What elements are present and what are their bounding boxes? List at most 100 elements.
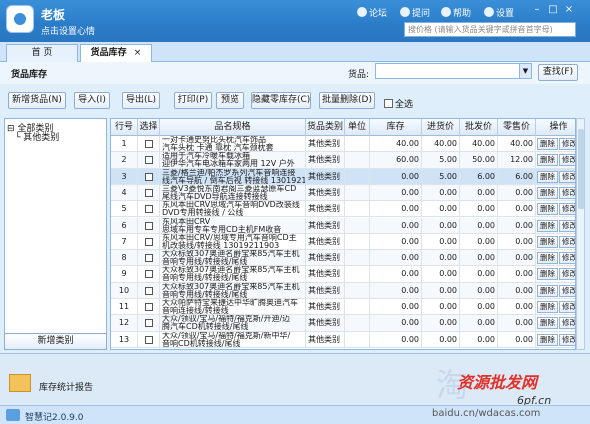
edit-button[interactable]: 修改 [559,154,575,167]
row-checkbox[interactable] [145,156,153,165]
edit-button[interactable]: 修改 [559,301,575,313]
print-button[interactable]: 打印(P) [174,92,212,109]
delete-button[interactable]: 删除 [537,252,558,265]
import-button[interactable]: 导入(I) [74,92,110,109]
table-row[interactable]: 13 大众/领驭/宝马/福特/福克斯/新中华/音响CD机转接线/尾线 其他类别 0.0… [111,331,575,348]
title-bar: 老板 点击设置心情 论坛 提问 帮助 设置 – □ × 搜价格 (请输入货品关键… [0,0,590,42]
help-button[interactable]: 帮助 [441,6,471,19]
row-checkbox[interactable] [145,270,153,279]
buy-cell: 0.00 [422,201,460,217]
retail-cell: 0.00 [498,299,536,315]
table-row[interactable]: 5 东风本田CRV思域汽车音响DVD改装线 DVD专用转接线 / 公线 其他类别 0.0… [111,201,575,218]
delete-button[interactable]: 删除 [537,170,558,183]
tab-home[interactable]: 首 页 [6,44,78,62]
table-row[interactable]: 1 一对卡通史努比头枕汽车饰品 汽车头枕 卡通 靠枕 汽车颈枕套 其他类别 40.00 4… [111,136,575,153]
table-row[interactable]: 10 大众标致307奥迪名爵宝来85汽车主机 音响专用线/转接线/尾线 其他类别 0.0… [111,282,575,299]
edit-button[interactable]: 修改 [559,138,575,150]
tab-inventory[interactable]: 货品库存 × [80,44,152,62]
edit-button[interactable]: 修改 [559,235,575,248]
row-checkbox[interactable] [145,188,153,197]
vertical-scrollbar[interactable] [576,118,585,350]
report-icon[interactable] [9,374,31,392]
row-checkbox[interactable] [145,172,153,181]
close-icon[interactable]: × [562,4,576,16]
batch-delete-button[interactable]: 批量删除(D) [319,92,375,109]
column-header[interactable]: 行号 [111,119,138,136]
edit-button[interactable]: 修改 [559,170,575,183]
edit-button[interactable]: 修改 [559,284,575,297]
table-row[interactable]: 9 大众标致307奥迪名爵宝来85汽车主机 音响专用线/转接线/尾线 其他类别 0.00… [111,266,575,283]
collapse-icon[interactable]: ⊟ [7,124,15,134]
edit-button[interactable]: 修改 [559,186,575,199]
delete-button[interactable]: 删除 [537,268,558,281]
row-checkbox[interactable] [145,286,153,295]
row-checkbox[interactable] [145,303,153,311]
edit-button[interactable]: 修改 [559,252,575,265]
column-header[interactable]: 选择 [138,119,160,136]
table-row[interactable]: 2 适用于汽车冷暖车载冰箱 迎伊华汽车电冰箱车家两用 12V 户外 其他类别 60.00… [111,152,575,169]
edit-button[interactable]: 修改 [559,219,575,232]
price-search-input[interactable]: 搜价格 (请输入货品关键字或拼音首字母) [404,22,576,37]
delete-button[interactable]: 删除 [537,235,558,248]
column-header[interactable]: 单位 [345,119,370,136]
row-checkbox[interactable] [145,221,153,230]
goods-select[interactable]: ▼ [375,63,532,79]
column-header[interactable]: 货品类别 [306,119,345,136]
edit-button[interactable]: 修改 [559,203,575,216]
table-row[interactable]: 3 三菱/格兰迪/帕杰罗系列汽车音响连接 线汽车导航 / 倒车后视 转接线 1301… [111,168,575,185]
hide-zero-stock-button[interactable]: 隐藏零库存(C) [251,92,311,109]
column-header[interactable]: 零售价 [498,119,536,136]
table-row[interactable]: 11 大众帕萨特宝来捷达中华旷腾奥迪汽车 音响连接线/转接线 其他类别 0.00 0.00… [111,299,575,316]
scroll-thumb[interactable] [578,129,584,209]
row-checkbox[interactable] [145,237,153,246]
delete-button[interactable]: 删除 [537,333,558,346]
inventory-report-link[interactable]: 库存统计报告 [39,380,93,393]
tab-close-icon[interactable]: × [134,48,142,58]
ask-button[interactable]: 提问 [400,6,430,19]
edit-button[interactable]: 修改 [559,317,575,330]
forum-button[interactable]: 论坛 [357,6,387,19]
row-checkbox[interactable] [145,254,153,263]
tree-node-other[interactable]: └ 其他类别 [15,130,59,143]
column-header[interactable]: 库存 [370,119,422,136]
chevron-down-icon[interactable]: ▼ [519,64,531,78]
select-cell [138,184,160,201]
table-row[interactable]: 8 大众标致307奥迪名爵宝来85汽车主机 音响专用线/转接线/尾线 其他类别 0.00… [111,250,575,267]
settings-button[interactable]: 设置 [484,6,514,19]
mood-link[interactable]: 点击设置心情 [41,24,95,37]
add-goods-button[interactable]: 新增货品(N) [8,92,66,109]
column-header[interactable]: 进货价 [422,119,460,136]
user-name[interactable]: 老板 [41,6,65,23]
find-button[interactable]: 查找(F) [538,64,578,81]
table-row[interactable]: 6 东风本田CRV 思域车用专车专用CD主机FM收音 其他类别 0.00 0.00 0.00… [111,217,575,234]
edit-button[interactable]: 修改 [559,268,575,281]
preview-button[interactable]: 预览 [216,92,244,109]
delete-button[interactable]: 删除 [537,301,558,313]
table-row[interactable]: 12 大众/领驭/宝马/福特/福克斯/开迪/迈 腾汽车CD机转接线/尾线 其他类别 0.… [111,315,575,332]
row-checkbox[interactable] [145,335,153,344]
delete-button[interactable]: 删除 [537,154,558,167]
delete-button[interactable]: 删除 [537,138,558,150]
column-header[interactable]: 批发价 [460,119,498,136]
row-checkbox[interactable] [145,319,153,328]
column-header[interactable]: 品名规格 [160,119,306,136]
maximize-icon[interactable]: □ [546,4,560,16]
forum-label: 论坛 [369,9,388,19]
table-row[interactable]: 4 三菱V3菱悦东南君阁三菱蓝瑟原车CD 尾线汽车DVD导航连接转接线 其他类别 0.0… [111,184,575,202]
delete-button[interactable]: 删除 [537,186,558,199]
export-button[interactable]: 导出(L) [122,92,160,109]
row-checkbox[interactable] [145,205,153,214]
stock-cell: 0.00 [370,184,422,201]
delete-button[interactable]: 删除 [537,317,558,330]
no-cell: 2 [111,152,138,168]
table-row[interactable]: 7 东风本田CRV/思域专用汽车音响CD主 机改装线/转接线 13019211903… [111,233,575,251]
column-header[interactable]: 操作 [536,119,575,136]
minimize-icon[interactable]: – [530,4,544,16]
edit-button[interactable]: 修改 [559,333,575,346]
delete-button[interactable]: 删除 [537,219,558,232]
delete-button[interactable]: 删除 [537,284,558,297]
row-checkbox[interactable] [145,140,153,148]
add-category-button[interactable]: 新增类别 [4,333,107,350]
delete-button[interactable]: 删除 [537,203,558,216]
select-all-checkbox[interactable]: 全选 [384,97,413,110]
